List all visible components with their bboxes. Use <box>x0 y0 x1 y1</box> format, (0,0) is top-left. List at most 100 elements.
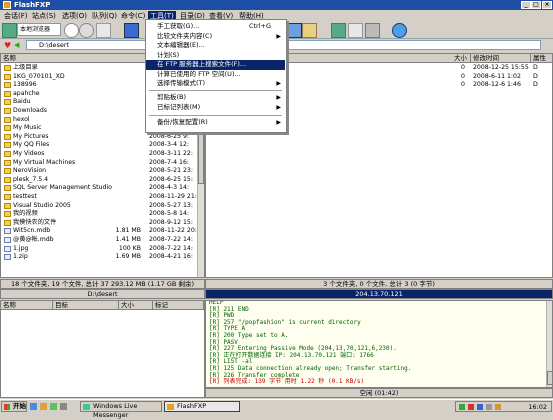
menu-item[interactable]: 选项(O) <box>60 11 89 21</box>
col-attr-header[interactable]: 属性 <box>531 54 552 63</box>
file-row[interactable]: My Pictures 2008-6-25 9: <box>1 133 197 142</box>
file-row[interactable]: NeroVision 2008-5-21 23: <box>1 167 197 176</box>
menu-item[interactable]: 站点(S) <box>30 11 58 21</box>
file-row[interactable]: My Videos 2008-3-11 22: <box>1 150 197 159</box>
tools-menu-item[interactable]: 文本编辑器(E)... <box>146 41 285 51</box>
file-date: 2008-6-25 15: <box>149 175 193 183</box>
tray-icon-5[interactable] <box>495 404 501 410</box>
menu-item[interactable]: 队列(Q) <box>90 11 119 21</box>
submenu-arrow-icon: ▶ <box>276 32 281 40</box>
file-name: My Virtual Machines <box>13 158 76 166</box>
folder-icon <box>4 65 11 71</box>
options-icon[interactable] <box>302 23 317 38</box>
folder-icon <box>4 202 11 209</box>
app-icon <box>3 1 11 9</box>
tray-icon-2[interactable] <box>468 404 474 410</box>
file-row[interactable]: 我的视频 2008-5-8 14: <box>1 210 197 219</box>
site-selector[interactable]: 本地浏览器 <box>17 23 61 36</box>
tools-menu: 手工获取(G)... Ctrl+G 比较文件夹内容(C) ▶ 文本编辑器(E)... 计划… <box>145 19 287 133</box>
file-row[interactable]: 1.jpg 100 KB 2008-7-22 14: <box>1 245 197 254</box>
desktop-icon[interactable] <box>60 403 67 410</box>
folder-icon <box>4 82 11 89</box>
file-row[interactable]: testtest 2008-11-29 21: <box>1 193 197 202</box>
file-size: 1.81 MB <box>115 227 141 235</box>
menu-separator <box>149 90 282 91</box>
queue-col-target[interactable]: 目标 <box>53 301 119 310</box>
file-row[interactable]: plesk_7.5.4 2008-6-25 15: <box>1 176 197 185</box>
tray-icon-1[interactable] <box>459 404 465 410</box>
tools-menu-item[interactable]: 在 FTP 服务器上搜索文件(F)... <box>146 60 285 70</box>
tray-icon-3[interactable] <box>477 404 483 410</box>
file-row[interactable]: Visual Studio 2005 2008-5-27 13: <box>1 202 197 211</box>
task-flashfxp[interactable]: FlashFXP <box>164 401 240 412</box>
tools-menu-item[interactable]: 计划(S) <box>146 51 285 61</box>
remote-attr: D <box>533 64 538 71</box>
back-arrow-icon[interactable]: ◀ <box>14 41 19 49</box>
file-name: testtest <box>13 193 37 200</box>
file-row[interactable]: 我摸快农的文件 2008-9-12 15: <box>1 219 197 228</box>
minimize-button[interactable]: _ <box>521 1 531 9</box>
file-date: 2008-7-22 14: <box>149 244 193 252</box>
file-row[interactable]: My Virtual Machines 2008-7-4 16: <box>1 159 197 168</box>
submenu-arrow-icon: ▶ <box>276 80 281 87</box>
close-button[interactable]: × <box>542 1 552 9</box>
file-row[interactable]: Wit5cn.mdb 1.81 MB 2008-11-22 20: <box>1 227 197 236</box>
submenu-arrow-icon: ▶ <box>276 94 281 101</box>
file-row[interactable]: @黄@帐.mdb 1.41 MB 2008-7-22 14: <box>1 236 197 245</box>
messenger-task-icon <box>83 404 90 410</box>
folder-icon[interactable] <box>40 403 47 410</box>
remote-size: 0 <box>461 81 465 89</box>
file-row[interactable]: SQL Server Management Studio 2008-4-3 14: <box>1 184 197 193</box>
task-messenger[interactable]: Windows Live Messenger <box>80 401 162 419</box>
disconnect-icon[interactable] <box>64 23 79 38</box>
remote-status: 3 个文件夹, 0 个文件, 总计 3 (0 字节) <box>205 279 553 289</box>
stop-icon[interactable] <box>79 23 94 38</box>
log-scrollbar[interactable] <box>546 301 552 387</box>
tray-icon-4[interactable] <box>486 404 492 410</box>
queue-col-name[interactable]: 名称 <box>1 301 53 310</box>
menu-item[interactable]: 会话(F) <box>2 11 30 21</box>
col-name-header[interactable]: 名称 <box>1 54 146 63</box>
file-date: 2008-4-21 16: <box>149 253 193 261</box>
remote-date: 2008-6-11 1:02 <box>473 72 521 80</box>
up-folder-icon[interactable] <box>365 23 380 38</box>
maximize-button[interactable]: □ <box>531 1 541 9</box>
messenger-icon[interactable] <box>50 403 57 410</box>
tools-menu-item[interactable]: 已标记列表(M) ▶ <box>146 103 285 113</box>
file-name: NeroVision <box>13 167 47 175</box>
connect-icon[interactable] <box>2 23 17 38</box>
refresh-icon[interactable] <box>96 23 111 38</box>
file-name: Visual Studio 2005 <box>13 201 71 209</box>
log-scroll-thumb[interactable] <box>547 371 552 385</box>
file-size: 1.69 MB <box>115 253 141 261</box>
file-row[interactable]: My QQ Files 2008-3-4 12: <box>1 141 197 150</box>
tools-menu-item[interactable]: 剪贴板(B) ▶ <box>146 93 285 103</box>
file-row[interactable]: 1.zip 1.69 MB 2008-4-21 16: <box>1 253 197 262</box>
file-name: plesk_7.5.4 <box>13 175 49 183</box>
queue-col-mark[interactable]: 标记 <box>153 301 204 310</box>
queue-col-size[interactable]: 大小 <box>119 301 153 310</box>
tools-menu-item[interactable]: 手工获取(G)... Ctrl+G <box>146 22 285 32</box>
file-name: My Music <box>13 124 42 132</box>
heart-icon[interactable]: ♥ <box>4 41 11 50</box>
menu-item[interactable]: 命令(C) <box>119 11 147 21</box>
tools-menu-item[interactable]: 计算已使用的 FTP 空间(U)... <box>146 70 285 80</box>
file-size: 1.41 MB <box>115 236 141 243</box>
globe-icon[interactable] <box>392 23 407 38</box>
refresh-icon-right[interactable] <box>348 23 363 38</box>
start-button[interactable]: 开始 <box>1 401 27 412</box>
tools-menu-item[interactable]: 备份/恢复配置(R) ▶ <box>146 118 285 128</box>
file-name: Baidu <box>13 98 31 106</box>
col-size-header-right[interactable]: 大小 <box>266 54 471 63</box>
binary-mode-icon[interactable] <box>287 23 302 38</box>
col-date-header[interactable]: 修改时间 <box>471 54 531 63</box>
tools-menu-label: 剪贴板(B) <box>157 93 187 101</box>
tools-menu-item[interactable]: 选择传输模式(T) ▶ <box>146 79 285 89</box>
submenu-arrow-icon: ▶ <box>276 119 281 126</box>
transfer-icon[interactable] <box>124 23 139 38</box>
file-icon <box>4 245 11 252</box>
tools-menu-item[interactable]: 比较文件夹内容(C) ▶ <box>146 32 285 42</box>
connect-icon-right[interactable] <box>331 23 346 38</box>
file-name: Downloads <box>13 107 47 114</box>
ie-icon[interactable] <box>30 403 37 410</box>
